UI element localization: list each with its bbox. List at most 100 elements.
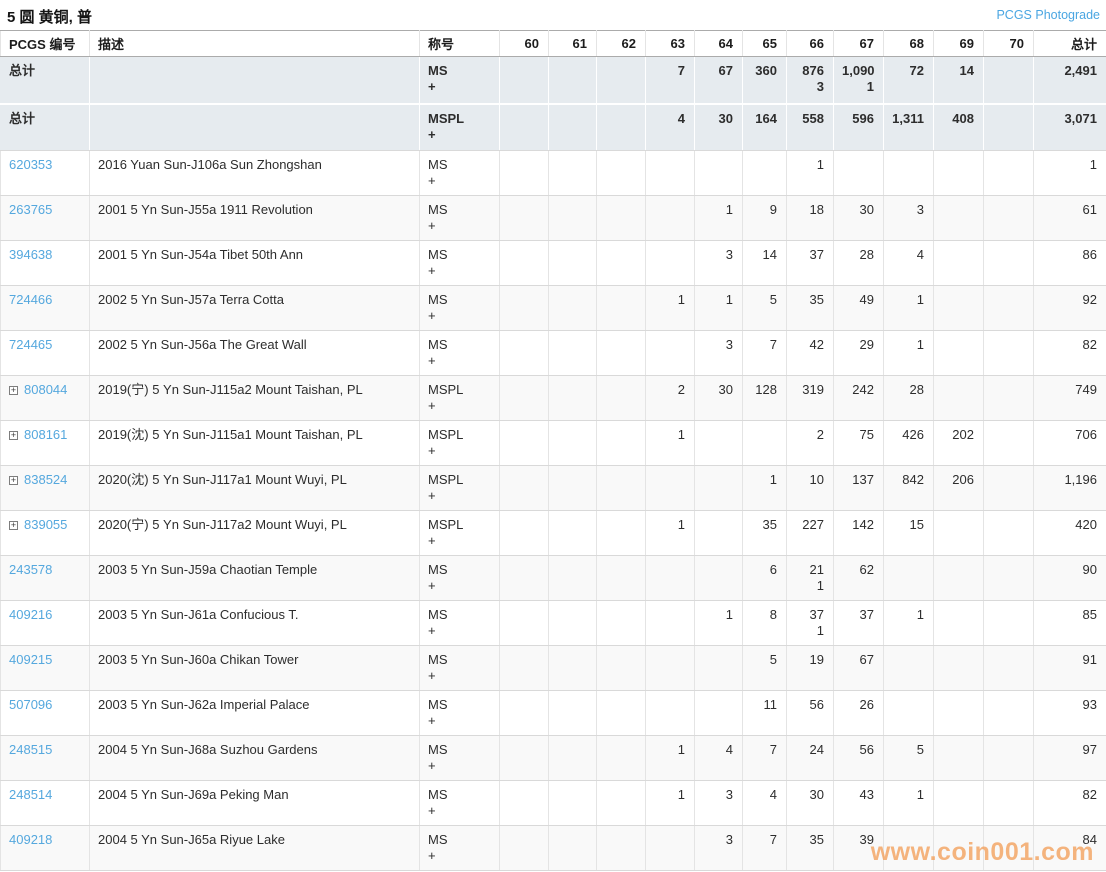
pcgs-number-link[interactable]: 243578: [9, 562, 52, 577]
pcgs-number-link[interactable]: 248514: [9, 787, 52, 802]
grade-68-count: 5: [892, 742, 924, 758]
grade-66-count: 56: [795, 697, 824, 713]
grade-65-count: 14: [751, 247, 777, 263]
grade-68-cell: 1: [884, 601, 934, 646]
grade-65-count: 1: [751, 472, 777, 488]
grade-60-cell: [500, 556, 549, 601]
grade-68-cell: [884, 151, 934, 196]
total-label-cell: 总计: [1, 57, 90, 104]
description-cell: 2004 5 Yn Sun-J68a Suzhou Gardens: [90, 736, 420, 781]
grade-66-cell: 227: [787, 511, 834, 556]
expand-icon[interactable]: +: [9, 431, 18, 440]
designation: MS: [428, 787, 490, 803]
designation: MS: [428, 337, 490, 353]
designation-cell: MS+: [420, 556, 500, 601]
grade-63-count: 1: [654, 517, 685, 533]
grade-65-cell: 7: [743, 826, 787, 871]
grade-67-cell: 62: [834, 556, 884, 601]
grade-67-count: 37: [842, 607, 874, 623]
pcgs-number-link[interactable]: 620353: [9, 157, 52, 172]
pcgs-number-cell: 724466: [1, 286, 90, 331]
grade-68-cell: 1,311: [884, 104, 934, 151]
grade-68-count: 1: [892, 607, 924, 623]
row-total-cell: 706: [1034, 421, 1106, 466]
column-header-66: 66: [787, 31, 834, 57]
grade-68-cell: 28: [884, 376, 934, 421]
pcgs-number-link[interactable]: 724466: [9, 292, 52, 307]
grade-66-count: 30: [795, 787, 824, 803]
grade-63-cell: 1: [646, 781, 695, 826]
grade-66-cell: 30: [787, 781, 834, 826]
grade-70-cell: [984, 196, 1034, 241]
grade-65-count: 5: [751, 292, 777, 308]
grade-67-cell: 26: [834, 691, 884, 736]
grade-70-cell: [984, 736, 1034, 781]
grade-66-count: 227: [795, 517, 824, 533]
row-total-cell: 420: [1034, 511, 1106, 556]
grade-70-cell: [984, 556, 1034, 601]
grade-61-cell: [549, 241, 597, 286]
expand-icon[interactable]: +: [9, 386, 18, 395]
pcgs-number-cell: 724465: [1, 331, 90, 376]
grade-69-cell: 408: [934, 104, 984, 151]
grade-67-count: 142: [842, 517, 874, 533]
grade-70-cell: [984, 286, 1034, 331]
pcgs-number-link[interactable]: 808044: [24, 382, 67, 397]
grade-61-cell: [549, 196, 597, 241]
grade-66-count: 558: [795, 111, 824, 127]
pcgs-number-link[interactable]: 838524: [24, 472, 67, 487]
row-total-cell: 86: [1034, 241, 1106, 286]
designation-plus: +: [428, 263, 490, 279]
designation: MSPL: [428, 382, 490, 398]
grade-69-cell: [934, 781, 984, 826]
grade-62-cell: [597, 286, 646, 331]
grade-66-cell: 371: [787, 601, 834, 646]
grade-67-count: 137: [842, 472, 874, 488]
designation: MS: [428, 607, 490, 623]
grade-62-cell: [597, 511, 646, 556]
table-row: 4092162003 5 Yn Sun-J61a Confucious T.MS…: [1, 601, 1106, 646]
grade-63-cell: [646, 556, 695, 601]
row-total: 97: [1042, 742, 1097, 758]
grade-62-cell: [597, 826, 646, 871]
grade-66-count: 2: [795, 427, 824, 443]
pcgs-number-link[interactable]: 724465: [9, 337, 52, 352]
designation-cell: MS+: [420, 331, 500, 376]
pcgs-number-link[interactable]: 409218: [9, 832, 52, 847]
expand-icon[interactable]: +: [9, 521, 18, 530]
population-table: PCGS 编号描述称号6061626364656667686970总计 总计MS…: [0, 30, 1106, 871]
pcgs-number-link[interactable]: 409215: [9, 652, 52, 667]
grade-69-cell: [934, 331, 984, 376]
grade-62-cell: [597, 421, 646, 466]
pcgs-number-link[interactable]: 248515: [9, 742, 52, 757]
pcgs-number-link[interactable]: 394638: [9, 247, 52, 262]
designation-plus: +: [428, 127, 490, 143]
pcgs-number-link[interactable]: 507096: [9, 697, 52, 712]
coin-description: 2004 5 Yn Sun-J68a Suzhou Gardens: [98, 742, 410, 758]
grade-65-count: 164: [751, 111, 777, 127]
grade-67-count: 596: [842, 111, 874, 127]
expand-icon[interactable]: +: [9, 476, 18, 485]
pcgs-number-link[interactable]: 409216: [9, 607, 52, 622]
photograde-link[interactable]: PCGS Photograde: [996, 8, 1100, 22]
grade-64-cell: [695, 646, 743, 691]
grade-65-cell: [743, 151, 787, 196]
grade-65-cell: 7: [743, 736, 787, 781]
column-header-65: 65: [743, 31, 787, 57]
pcgs-number-link[interactable]: 808161: [24, 427, 67, 442]
description-cell: 2020(沈) 5 Yn Sun-J117a1 Mount Wuyi, PL: [90, 466, 420, 511]
pcgs-number-link[interactable]: 839055: [24, 517, 67, 532]
grade-62-cell: [597, 691, 646, 736]
grade-60-cell: [500, 286, 549, 331]
grade-62-cell: [597, 466, 646, 511]
row-total: 82: [1042, 337, 1097, 353]
designation-plus: +: [428, 848, 490, 864]
pcgs-number-link[interactable]: 263765: [9, 202, 52, 217]
grade-62-cell: [597, 556, 646, 601]
grade-64-count: 1: [703, 202, 733, 218]
grade-60-cell: [500, 781, 549, 826]
coin-description: 2019(沈) 5 Yn Sun-J115a1 Mount Taishan, P…: [98, 427, 410, 443]
grade-61-cell: [549, 57, 597, 104]
designation: MS: [428, 202, 490, 218]
grade-66-cell: 18: [787, 196, 834, 241]
